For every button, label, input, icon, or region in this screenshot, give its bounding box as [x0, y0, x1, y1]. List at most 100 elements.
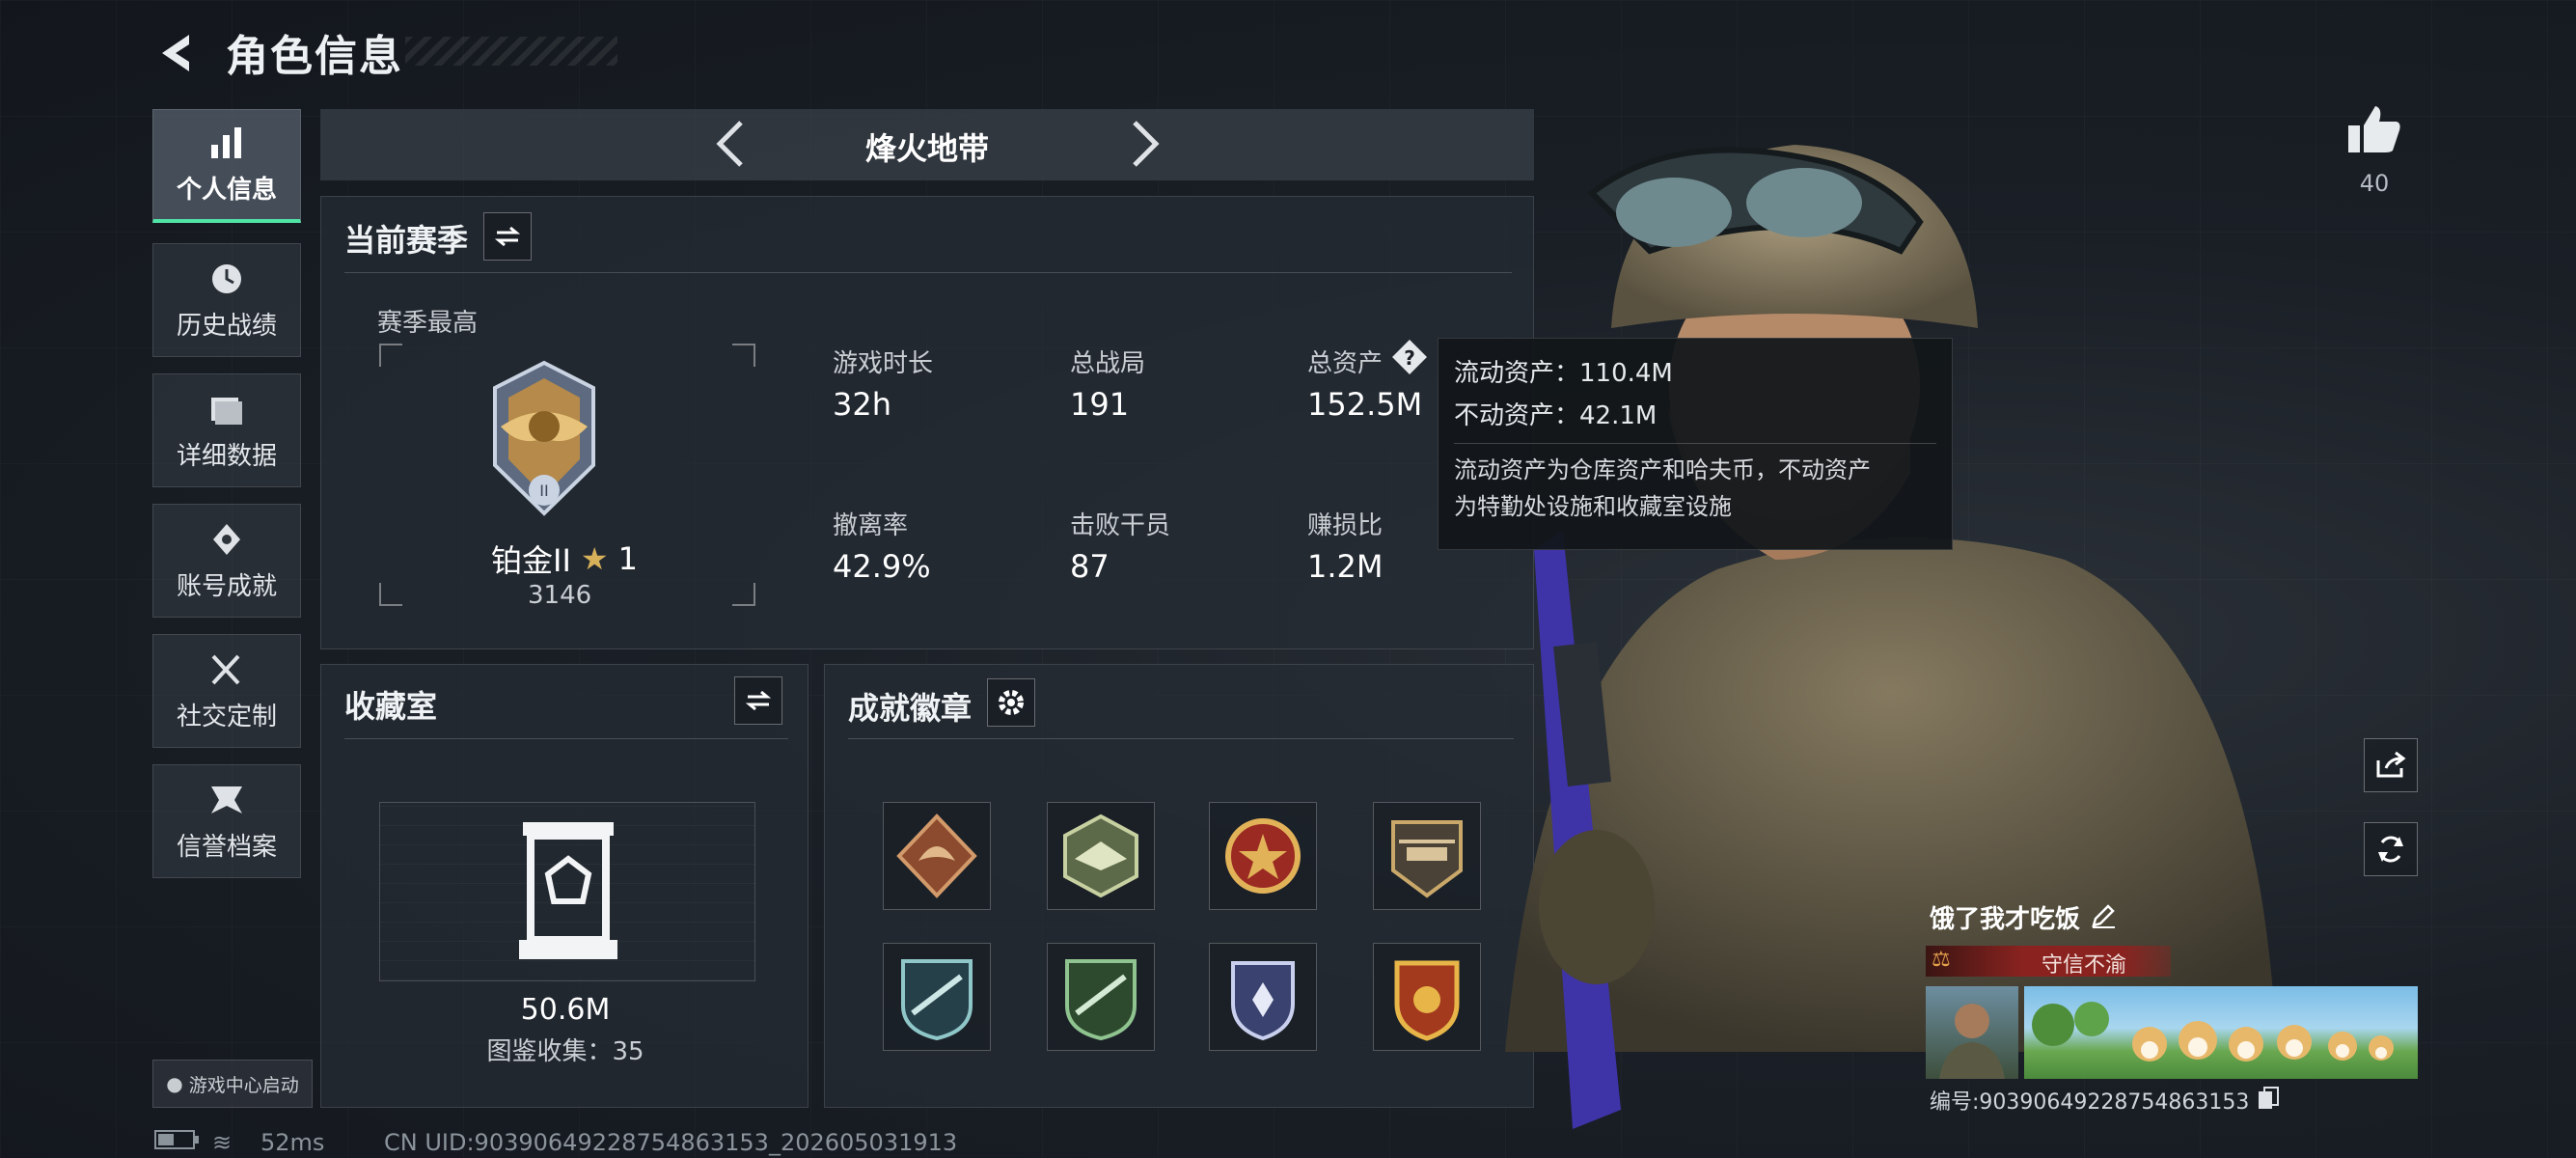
chevron-right-icon: [1133, 121, 1160, 167]
display-case-icon: [519, 822, 617, 959]
reputation-text: 守信不渝: [2042, 953, 2127, 978]
gear-icon: [999, 690, 1024, 715]
wifi-icon: ≋: [212, 1129, 233, 1156]
mode-selector: 烽火地带: [320, 109, 1534, 180]
collection-display[interactable]: [379, 802, 755, 981]
divider: [344, 738, 788, 739]
collection-caption: 图鉴收集：35: [486, 1037, 644, 1066]
credit-icon: [211, 786, 242, 813]
reputation-banner: ⚖ 守信不渝: [1926, 946, 2171, 978]
dragon-badge-icon: [896, 813, 977, 898]
avatar-icon: [1939, 1004, 2005, 1079]
collection-switch-button[interactable]: [734, 676, 782, 725]
frame-corner: [379, 583, 402, 606]
badge-slot[interactable]: [883, 943, 991, 1051]
folder-icon: [211, 397, 242, 425]
achievement-icon: [213, 523, 240, 555]
rifle-green-badge-icon: [1065, 959, 1137, 1041]
tooltip-desc-line1: 流动资产为仓库资产和哈夫币，不动资产: [1454, 456, 1871, 483]
stat-value: 152.5M: [1307, 386, 1423, 423]
badge-slot[interactable]: [883, 802, 991, 910]
sidebar-item-label: 历史战绩: [176, 311, 277, 341]
rank-stars: 1: [617, 540, 638, 577]
divider: [848, 738, 1514, 739]
player-name: 饿了我才吃饭: [1930, 905, 2081, 934]
fixed-assets: 不动资产：42.1M: [1454, 401, 1658, 430]
season-switch-button[interactable]: [483, 212, 532, 261]
refresh-icon: [2378, 836, 2403, 863]
sidebar-item-history[interactable]: 历史战绩: [152, 243, 301, 357]
collection-value: 50.6M: [520, 993, 611, 1027]
uid-text: CN UID:90390649228754863153_202605031913: [384, 1129, 958, 1156]
frame-corner: [732, 344, 755, 367]
player-banner[interactable]: [2024, 986, 2418, 1079]
copy-id-button[interactable]: [2257, 1086, 2280, 1115]
rifle-badge-icon: [901, 959, 973, 1041]
sidebar-item-label: 信誉档案: [176, 832, 277, 862]
edit-name-button[interactable]: [2090, 902, 2117, 933]
stat-label: 游戏时长: [833, 349, 934, 378]
like-button[interactable]: [2346, 104, 2402, 158]
bird-badge-icon: [1063, 813, 1138, 898]
launch-label: 游戏中心启动: [188, 1074, 299, 1096]
page-title: 角色信息: [226, 32, 403, 81]
mode-name: 烽火地带: [864, 130, 989, 167]
sidebar-item-label: 个人信息: [176, 176, 277, 205]
sidebar-item-label: 社交定制: [176, 702, 277, 731]
badge-slot[interactable]: [1209, 943, 1317, 1051]
back-arrow-icon: [162, 35, 189, 71]
asset-tooltip: 流动资产：110.4M 不动资产：42.1M 流动资产为仓库资产和哈夫币，不动资…: [1438, 338, 1953, 550]
divider: [1454, 443, 1936, 444]
next-mode-button[interactable]: [1113, 115, 1171, 173]
sidebar-item-achievements[interactable]: 账号成就: [152, 504, 301, 618]
badge-slot[interactable]: [1047, 802, 1155, 910]
sidebar-item-detail-data[interactable]: 详细数据: [152, 373, 301, 487]
svg-text:II: II: [539, 482, 548, 500]
swap-icon: [745, 690, 772, 711]
stat-label: 撤离率: [833, 511, 909, 540]
stat-label: 击败干员: [1070, 511, 1171, 540]
season-best-label: 赛季最高: [377, 309, 479, 338]
stat-value: 191: [1070, 386, 1130, 423]
ping-text: 52ms: [260, 1129, 325, 1156]
stat-value: 32h: [833, 386, 891, 423]
collection-panel: 收藏室 50.6M 图鉴收集：35: [320, 664, 808, 1108]
rank-score: 3146: [528, 581, 592, 610]
thumbs-up-icon: [2348, 106, 2400, 152]
qq-icon: ●: [166, 1072, 183, 1095]
sidebar-item-credit[interactable]: 信誉档案: [152, 764, 301, 878]
scale-icon: ⚖: [1932, 948, 1951, 972]
season-title: 当前赛季: [344, 222, 469, 259]
tools-icon: [211, 654, 240, 684]
sidebar-item-personal-info[interactable]: 个人信息: [152, 109, 301, 223]
badge-slot[interactable]: [1209, 802, 1317, 910]
frame-corner: [732, 583, 755, 606]
rank-emblem-icon: II: [481, 359, 607, 523]
star-icon: ★: [580, 540, 609, 577]
player-id: 编号:90390649228754863153: [1930, 1090, 2250, 1115]
sidebar-item-social[interactable]: 社交定制: [152, 634, 301, 748]
sidebar-item-label: 详细数据: [176, 441, 277, 471]
liquid-assets: 流动资产：110.4M: [1454, 359, 1673, 388]
tooltip-desc-line2: 为特勤处设施和收藏室设施: [1454, 493, 1732, 520]
player-name-row: 饿了我才吃饭: [1930, 899, 2117, 935]
stat-value: 42.9%: [833, 548, 931, 585]
back-button[interactable]: [152, 29, 201, 77]
share-button[interactable]: [2364, 738, 2418, 792]
achievements-settings-button[interactable]: [987, 678, 1035, 727]
like-count: 40: [2359, 170, 2390, 197]
game-center-launch-button[interactable]: ● 游戏中心启动: [152, 1060, 313, 1108]
star-medal-icon: [1225, 818, 1301, 894]
refresh-button[interactable]: [2364, 822, 2418, 876]
share-icon: [2376, 751, 2406, 778]
shiba-banner-icon: [2032, 1002, 2394, 1062]
battery-icon: [154, 1129, 201, 1156]
asset-help-icon[interactable]: ?: [1390, 338, 1429, 380]
bar-chart-icon: [211, 127, 241, 158]
player-avatar[interactable]: [1926, 986, 2018, 1079]
pencil-icon: [2092, 903, 2116, 928]
badge-slot[interactable]: [1047, 943, 1155, 1051]
shield-star-badge-icon: [1231, 961, 1295, 1041]
rank-name: 铂金II: [491, 542, 571, 579]
rank-info: 铂金II ★ 1: [491, 537, 638, 581]
